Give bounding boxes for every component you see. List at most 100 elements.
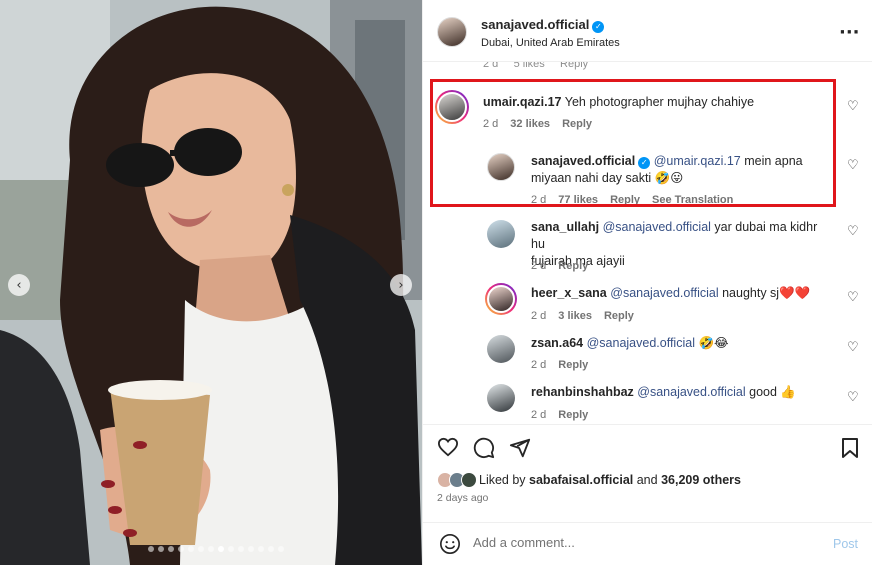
comment-body: mein apna	[740, 154, 803, 168]
post-author-name[interactable]: sanajaved.official	[481, 17, 589, 32]
liked-by-label: Liked by	[479, 473, 530, 487]
reply-button[interactable]: Reply	[558, 409, 588, 421]
carousel-dot	[218, 546, 224, 552]
post-comment-button[interactable]: Post	[833, 537, 858, 551]
avatar[interactable]	[487, 335, 515, 363]
comment-meta: 2 d 3 likes Reply	[531, 310, 646, 322]
comment-username[interactable]: rehanbinshahbaz	[531, 385, 634, 399]
add-comment-input[interactable]	[473, 535, 813, 550]
comment-time: 2 d	[531, 310, 547, 322]
heart-icon[interactable]: ♡	[847, 99, 859, 114]
verified-icon: ✓	[638, 157, 651, 169]
carousel-dot	[168, 546, 174, 552]
comment-meta: 2 d 77 likes Reply See Translation	[531, 194, 745, 206]
avatar[interactable]	[487, 384, 515, 412]
comment-mention[interactable]: @sanajaved.official	[603, 220, 711, 234]
post-photo-illustration	[0, 0, 422, 565]
carousel-dot	[258, 546, 264, 552]
comment-mention[interactable]: @sanajaved.official	[637, 385, 745, 399]
reply-button[interactable]: Reply	[610, 194, 640, 206]
heart-icon[interactable]: ♡	[847, 224, 859, 239]
bookmark-icon[interactable]	[841, 437, 859, 459]
carousel-dot	[198, 546, 204, 552]
likes-count[interactable]: 36,209 others	[661, 473, 741, 487]
comment-time: 2 d	[483, 118, 499, 130]
comment-text: heer_x_sana @sanajaved.official naughty …	[531, 285, 831, 302]
reply-button[interactable]: Reply	[604, 310, 634, 322]
verified-icon: ✓	[592, 21, 605, 33]
heart-icon[interactable]: ♡	[847, 390, 859, 405]
heart-icon[interactable]: ♡	[847, 290, 859, 305]
carousel-dot	[278, 546, 284, 552]
liked-by-avatars	[437, 472, 477, 488]
carousel-dot	[208, 546, 214, 552]
liked-by-and: and	[633, 473, 662, 487]
comment-username[interactable]: umair.qazi.17	[483, 95, 562, 109]
carousel-dot	[268, 546, 274, 552]
avatar[interactable]	[435, 90, 469, 124]
comment-username[interactable]: heer_x_sana	[531, 286, 607, 300]
post-author[interactable]: sanajaved.official ✓	[481, 17, 605, 33]
chevron-right-icon: ›	[398, 277, 404, 293]
reply-button[interactable]: Reply	[558, 260, 588, 272]
comment-meta: 2 d Reply	[531, 260, 600, 272]
avatar[interactable]	[487, 153, 515, 181]
comment-likes[interactable]: 3 likes	[558, 310, 592, 322]
comment-time: 2 d	[531, 194, 547, 206]
avatar[interactable]	[485, 283, 517, 315]
heart-icon[interactable]	[437, 437, 459, 457]
carousel-next-button[interactable]: ›	[390, 274, 412, 296]
carousel-dot	[178, 546, 184, 552]
comment-body: naughty sj❤️❤️	[718, 286, 811, 300]
post-timestamp[interactable]: 2 days ago	[437, 492, 488, 504]
carousel-dot	[228, 546, 234, 552]
comment-username[interactable]: sana_ullahj	[531, 220, 599, 234]
heart-icon[interactable]: ♡	[847, 340, 859, 355]
carousel-prev-button[interactable]: ‹	[8, 274, 30, 296]
see-translation-link[interactable]: See Translation	[652, 194, 733, 206]
post-header: sanajaved.official ✓ Dubai, United Arab E…	[423, 0, 872, 62]
more-icon[interactable]: ···	[839, 22, 860, 43]
avatar[interactable]	[487, 220, 515, 248]
reply-button[interactable]: Reply	[558, 359, 588, 371]
comment-likes[interactable]: 32 likes	[510, 118, 550, 130]
share-icon[interactable]	[509, 437, 531, 459]
liked-by-user[interactable]: sabafaisal.official	[529, 473, 633, 487]
comment-body: good 👍	[745, 385, 796, 399]
comment-mention[interactable]: @sanajaved.official	[587, 336, 695, 350]
comment-body: 🤣😂	[694, 336, 729, 350]
avatar	[461, 472, 477, 488]
comment-time: 2 d	[531, 359, 547, 371]
comment-likes[interactable]: 77 likes	[558, 194, 598, 206]
avatar[interactable]	[437, 17, 467, 47]
comment-time: 2 d	[531, 409, 547, 421]
post-image[interactable]: ‹ ›	[0, 0, 422, 565]
comment-text: sanajaved.official ✓ @umair.qazi.17 mein …	[531, 153, 821, 187]
post-details-panel: sanajaved.official ✓ Dubai, United Arab E…	[422, 0, 872, 565]
comment-username[interactable]: zsan.a64	[531, 336, 583, 350]
comment-text: zsan.a64 @sanajaved.official 🤣😂	[531, 335, 831, 352]
heart-icon[interactable]: ♡	[847, 158, 859, 173]
comment-meta: 2 d Reply	[531, 409, 600, 421]
comment-username[interactable]: sanajaved.official	[531, 154, 635, 168]
reply-button[interactable]: Reply	[562, 118, 592, 130]
comment-meta: 2 d Reply	[531, 359, 600, 371]
add-comment-bar: Post	[423, 522, 872, 565]
likes-summary: Liked by sabafaisal.official and 36,209 …	[437, 472, 741, 488]
carousel-dot	[158, 546, 164, 552]
comment-body: Yeh photographer mujhay chahiye	[564, 95, 755, 109]
post-location[interactable]: Dubai, United Arab Emirates	[481, 37, 620, 49]
comment-mention[interactable]: @sanajaved.official	[610, 286, 718, 300]
emoji-icon[interactable]	[439, 533, 461, 555]
comment-text: umair.qazi.17 Yeh photographer mujhay ch…	[483, 94, 823, 111]
comment-body-line2: miyaan nahi day sakti 🤣😛	[531, 171, 684, 185]
carousel-dot	[238, 546, 244, 552]
carousel-dots	[148, 546, 284, 552]
post-action-bar	[423, 424, 872, 464]
comment-text: rehanbinshahbaz @sanajaved.official good…	[531, 384, 831, 401]
carousel-dot	[148, 546, 154, 552]
comment-icon[interactable]	[473, 437, 495, 459]
comment-time: 2 d	[531, 260, 547, 272]
comment-mention[interactable]: @umair.qazi.17	[654, 154, 741, 168]
carousel-dot	[188, 546, 194, 552]
